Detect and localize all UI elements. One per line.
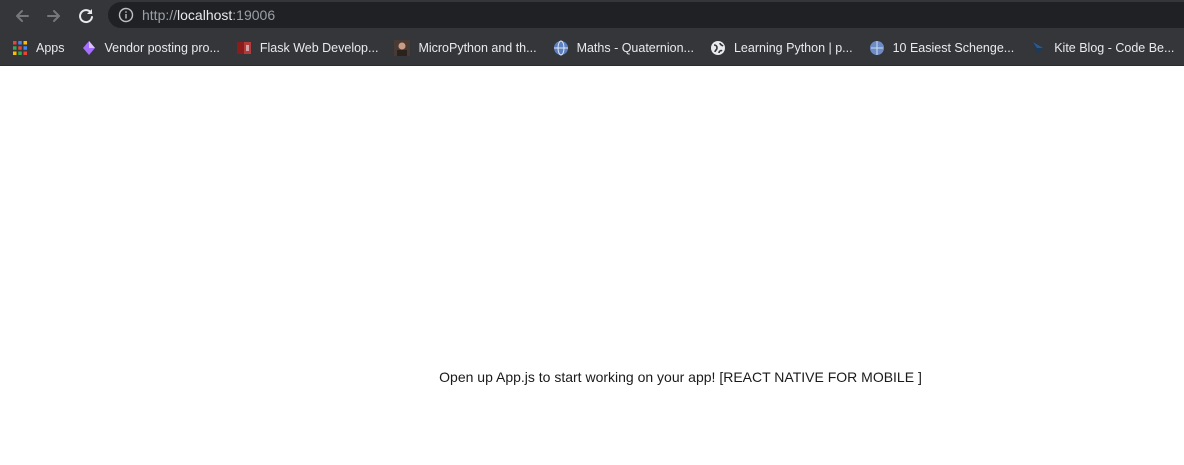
- reload-button[interactable]: [70, 0, 102, 31]
- address-bar[interactable]: http://localhost:19006: [108, 2, 1184, 28]
- bookmark-kite[interactable]: Kite Blog - Code Be...: [1030, 34, 1182, 62]
- bookmark-maths[interactable]: Maths - Quaternion...: [553, 34, 702, 62]
- bookmark-label: MicroPython and th...: [418, 41, 537, 55]
- url-scheme: http://: [142, 7, 178, 23]
- avatar-icon: [394, 40, 411, 56]
- bookmark-label: Flask Web Develop...: [259, 41, 379, 55]
- forward-button[interactable]: [38, 0, 70, 31]
- info-icon[interactable]: [118, 7, 134, 23]
- purple-diamond-icon: [81, 40, 97, 56]
- bookmark-label: Kite Blog - Code Be...: [1054, 41, 1175, 55]
- arrow-right-icon: [45, 7, 63, 25]
- bookmark-label: Maths - Quaternion...: [576, 41, 694, 55]
- bookmark-label: Apps: [36, 41, 65, 55]
- globe-icon: [553, 40, 569, 56]
- browser-toolbar: http://localhost:19006: [0, 0, 1184, 31]
- kite-icon: [1030, 40, 1046, 56]
- bookmark-flask[interactable]: Flask Web Develop...: [236, 34, 387, 62]
- world-icon: [710, 40, 726, 56]
- apps-grid-icon: [12, 40, 28, 56]
- bookmark-label: 10 Easiest Schenge...: [892, 41, 1015, 55]
- bookmark-learning-python[interactable]: Learning Python | p...: [710, 34, 861, 62]
- back-button[interactable]: [6, 0, 38, 31]
- bookmark-label: Vendor posting pro...: [104, 41, 220, 55]
- bookmarks-bar: Apps Vendor posting pro... Flask Web Dev…: [0, 31, 1184, 66]
- reload-icon: [77, 7, 95, 25]
- bookmark-micropython[interactable]: MicroPython and th...: [394, 34, 544, 62]
- bookmark-label: Learning Python | p...: [733, 41, 853, 55]
- globe-icon: [869, 40, 885, 56]
- bookmark-vendor[interactable]: Vendor posting pro...: [81, 34, 228, 62]
- bookmark-apps[interactable]: Apps: [12, 34, 73, 62]
- url-host: localhost: [177, 7, 233, 23]
- arrow-left-icon: [13, 7, 31, 25]
- page-content: Open up App.js to start working on your …: [0, 66, 1184, 465]
- book-icon: [236, 40, 252, 56]
- url-text[interactable]: http://localhost:19006: [142, 7, 275, 23]
- url-port: :19006: [232, 7, 276, 23]
- app-message: Open up App.js to start working on your …: [439, 369, 922, 385]
- bookmark-schengen[interactable]: 10 Easiest Schenge...: [869, 34, 1023, 62]
